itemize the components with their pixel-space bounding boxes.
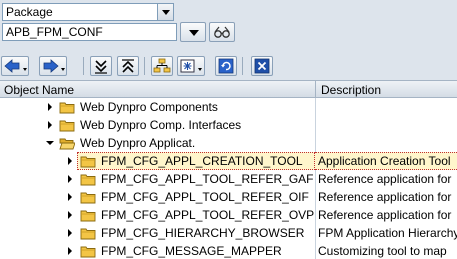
tree-node-fpm-cfg-appl-tool-refer-ovp[interactable]: FPM_CFG_APPL_TOOL_REFER_OVP Reference ap… — [0, 206, 457, 224]
collapse-icon — [95, 60, 107, 74]
folder-icon — [80, 228, 96, 240]
tree-node-fpm-cfg-appl-tool-refer-gaf[interactable]: FPM_CFG_APPL_TOOL_REFER_GAF Reference ap… — [0, 170, 457, 188]
close-window-icon — [254, 58, 270, 74]
expand-arrow-icon[interactable] — [68, 211, 72, 219]
object-type-value: Package — [6, 5, 53, 19]
tree-node-label: Web Dynpro Components — [80, 100, 218, 114]
tree-node-description: Customizing tool to map — [318, 244, 447, 258]
tree-node-fpm-cfg-hierarchy-browser[interactable]: FPM_CFG_HIERARCHY_BROWSER FPM Applicatio… — [0, 224, 457, 242]
tree-header: Object Name Description — [0, 80, 457, 98]
tree-node-fpm-cfg-message-mapper[interactable]: FPM_CFG_MESSAGE_MAPPER Customizing tool … — [0, 242, 457, 259]
expand-arrow-icon[interactable] — [48, 103, 52, 111]
tree-node-label: FPM_CFG_APPL_TOOL_REFER_OVP — [101, 208, 315, 222]
object-type-select[interactable]: Package — [2, 3, 174, 21]
expand-arrow-icon[interactable] — [68, 175, 72, 183]
tree-node-label: FPM_CFG_HIERARCHY_BROWSER — [101, 226, 305, 240]
back-icon — [4, 59, 27, 73]
glasses-icon — [214, 26, 230, 38]
folder-icon — [59, 120, 75, 132]
folder-icon — [80, 210, 96, 222]
toolbar-divider — [83, 57, 84, 75]
tree-node-label: Web Dynpro Applicat. — [80, 136, 196, 150]
hierarchy-button[interactable] — [151, 56, 173, 76]
tree-node-fpm-cfg-appl-tool-refer-oif[interactable]: FPM_CFG_APPL_TOOL_REFER_OIF Reference ap… — [0, 188, 457, 206]
tree-node-web-dynpro-comp-interfaces[interactable]: Web Dynpro Comp. Interfaces — [0, 116, 457, 134]
tree-node-web-dynpro-applicat[interactable]: Web Dynpro Applicat. — [0, 134, 457, 152]
column-header-description[interactable]: Description — [321, 83, 381, 97]
object-tree: Web Dynpro Components Web Dynpro Comp. I… — [0, 98, 457, 259]
hierarchy-icon — [153, 58, 171, 73]
tree-node-label: FPM_CFG_APPL_TOOL_REFER_GAF — [101, 172, 314, 186]
expand-icon — [122, 59, 134, 73]
display-button[interactable] — [209, 22, 235, 42]
refresh-icon — [218, 58, 234, 74]
close-window-button[interactable] — [251, 56, 273, 76]
expand-arrow-icon[interactable] — [68, 247, 72, 255]
tree-node-label: FPM_CFG_MESSAGE_MAPPER — [101, 244, 282, 258]
tree-node-description: FPM Application Hierarchy — [318, 226, 457, 240]
folder-icon — [80, 192, 96, 204]
toolbar-divider — [242, 57, 243, 75]
tree-node-fpm-cfg-appl-creation-tool[interactable]: FPM_CFG_APPL_CREATION_TOOL Application C… — [0, 152, 457, 170]
forward-button[interactable] — [39, 56, 67, 76]
folder-icon — [80, 156, 96, 168]
folder-icon — [80, 246, 96, 258]
chevron-down-icon[interactable] — [157, 4, 173, 20]
back-button[interactable] — [1, 56, 29, 76]
expand-arrow-icon[interactable] — [68, 193, 72, 201]
column-divider[interactable] — [315, 81, 316, 97]
expand-arrow-icon[interactable] — [68, 229, 72, 237]
expand-arrow-icon[interactable] — [68, 157, 72, 165]
object-name-value: APB_FPM_CONF — [6, 25, 103, 39]
object-name-input[interactable]: APB_FPM_CONF — [2, 23, 177, 41]
tree-node-description: Reference application for — [318, 190, 452, 204]
toolbar-divider — [144, 57, 145, 75]
expand-arrow-icon[interactable] — [48, 121, 52, 129]
folder-icon — [59, 102, 75, 114]
tree-node-label: FPM_CFG_APPL_TOOL_REFER_OIF — [101, 190, 309, 204]
display-options-icon — [180, 59, 202, 73]
column-header-object-name[interactable]: Object Name — [4, 83, 74, 97]
forward-icon — [43, 59, 65, 73]
tree-node-label: FPM_CFG_APPL_CREATION_TOOL — [101, 154, 303, 168]
display-options-button[interactable] — [177, 56, 205, 76]
tree-node-label: Web Dynpro Comp. Interfaces — [80, 118, 242, 132]
refresh-button[interactable] — [215, 56, 237, 76]
tree-node-description: Reference application for — [318, 172, 452, 186]
tree-node-description: Application Creation Tool — [318, 154, 451, 168]
tree-node-description: Reference application for — [318, 208, 452, 222]
collapse-button[interactable] — [90, 56, 112, 76]
history-dropdown-button[interactable] — [180, 22, 206, 42]
folder-icon — [80, 174, 96, 186]
collapse-arrow-icon[interactable] — [46, 141, 54, 145]
expand-button[interactable] — [117, 56, 139, 76]
tree-node-web-dynpro-components[interactable]: Web Dynpro Components — [0, 98, 457, 116]
folder-open-icon — [59, 138, 75, 150]
